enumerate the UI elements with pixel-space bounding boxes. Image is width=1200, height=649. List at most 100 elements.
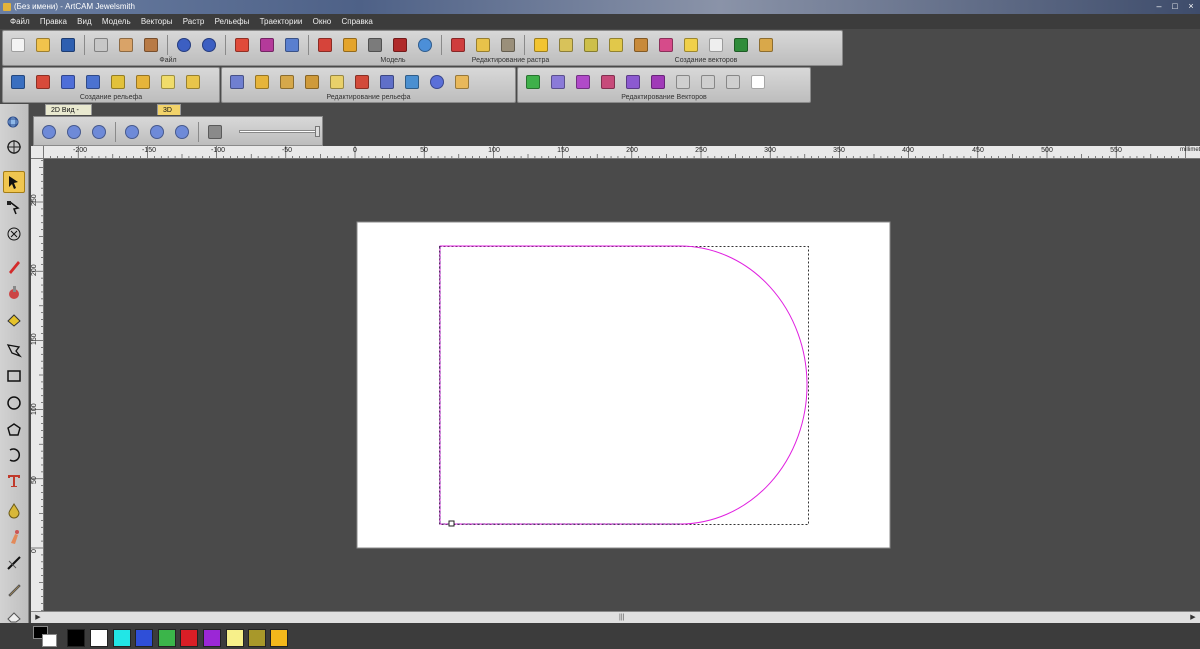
droplet-icon[interactable] (3, 500, 25, 522)
wave-icon[interactable] (301, 71, 323, 93)
menu-window[interactable]: Окно (309, 14, 336, 29)
model-bear-dark-icon[interactable] (389, 34, 411, 56)
zoom-slider[interactable] (239, 126, 320, 137)
plane-icon[interactable] (157, 71, 179, 93)
transform-icon[interactable] (630, 34, 652, 56)
shape-icon[interactable] (326, 71, 348, 93)
close-window-button[interactable]: × (1184, 1, 1198, 12)
open-folder-icon[interactable] (32, 34, 54, 56)
color-swatch[interactable] (203, 629, 221, 647)
settings-icon[interactable] (281, 34, 303, 56)
menu-toolpaths[interactable]: Траектории (256, 14, 307, 29)
weld-icon[interactable] (547, 71, 569, 93)
undo-icon[interactable] (173, 34, 195, 56)
zoom-fit-icon[interactable] (121, 121, 143, 143)
model-bear-yellow-icon[interactable] (339, 34, 361, 56)
brush-icon[interactable] (655, 34, 677, 56)
cut-icon[interactable] (90, 34, 112, 56)
add-icon[interactable] (522, 71, 544, 93)
group-icon[interactable] (647, 71, 669, 93)
arc-icon[interactable] (3, 444, 25, 466)
color-swatch[interactable] (67, 629, 85, 647)
globe-icon[interactable] (414, 34, 436, 56)
crosshair-icon[interactable] (3, 136, 25, 158)
scroll-left-icon[interactable]: ▶ (33, 613, 43, 622)
horizontal-scrollbar[interactable]: ▶ ||| ▶ (31, 611, 1200, 623)
knife-icon[interactable] (451, 71, 473, 93)
select-arrow-icon[interactable] (3, 171, 25, 193)
model-bear-red-icon[interactable] (314, 34, 336, 56)
rectangle-icon[interactable] (3, 365, 25, 387)
spiral-icon[interactable] (107, 71, 129, 93)
circle-icon[interactable] (3, 392, 25, 414)
nodes-icon[interactable] (555, 34, 577, 56)
color-swatch[interactable] (135, 629, 153, 647)
zoom-page-icon[interactable] (146, 121, 168, 143)
color-swatch[interactable] (270, 629, 288, 647)
copy-icon[interactable] (115, 34, 137, 56)
spray-icon[interactable] (3, 526, 25, 548)
menu-model[interactable]: Модель (98, 14, 135, 29)
column-icon[interactable] (376, 71, 398, 93)
hat-icon[interactable] (351, 71, 373, 93)
layers-icon[interactable] (755, 34, 777, 56)
menu-help[interactable]: Справка (337, 14, 376, 29)
sculpt-icon[interactable] (251, 71, 273, 93)
save-icon[interactable] (57, 34, 79, 56)
eraser-icon[interactable] (447, 34, 469, 56)
ring-icon[interactable] (401, 71, 423, 93)
minimize-button[interactable]: – (1152, 1, 1166, 12)
bend-icon[interactable] (697, 71, 719, 93)
texture-icon[interactable] (132, 71, 154, 93)
scroll-grip[interactable]: ||| (619, 614, 624, 621)
start-node-handle[interactable] (448, 520, 455, 527)
knife-tool-icon[interactable] (3, 552, 25, 574)
model-bear-gray-icon[interactable] (364, 34, 386, 56)
pyramid-icon[interactable] (182, 71, 204, 93)
node-edit-icon[interactable] (3, 197, 25, 219)
view-settings-icon[interactable] (204, 121, 226, 143)
model-page[interactable] (356, 221, 891, 549)
pencil-icon[interactable] (3, 579, 25, 601)
menu-reliefs[interactable]: Рельефы (211, 14, 254, 29)
transform-tool-icon[interactable] (3, 223, 25, 245)
color-swatch[interactable] (158, 629, 176, 647)
fill-bucket-icon[interactable] (3, 309, 25, 331)
edit-icon[interactable] (231, 34, 253, 56)
fill-icon[interactable] (680, 34, 702, 56)
color-swatch[interactable] (180, 629, 198, 647)
menu-vectors[interactable]: Векторы (137, 14, 177, 29)
drawing-canvas[interactable] (45, 160, 1200, 611)
scissors-icon[interactable] (497, 34, 519, 56)
pen-icon[interactable] (3, 255, 25, 277)
grid-icon[interactable] (730, 34, 752, 56)
current-colors[interactable] (33, 626, 59, 648)
secondary-color[interactable] (42, 634, 57, 647)
brush-tool-icon[interactable] (3, 282, 25, 304)
menu-edit[interactable]: Правка (36, 14, 71, 29)
menu-file[interactable]: Файл (6, 14, 34, 29)
zoom-window-icon[interactable] (3, 112, 25, 134)
raster-fill-icon[interactable] (472, 34, 494, 56)
zoom-slider-thumb[interactable] (315, 126, 320, 137)
text-ng-icon[interactable] (705, 34, 727, 56)
color-swatch[interactable] (248, 629, 266, 647)
color-swatch[interactable] (113, 629, 131, 647)
align-icon[interactable] (622, 71, 644, 93)
new-file-icon[interactable] (7, 34, 29, 56)
menu-view[interactable]: Вид (73, 14, 95, 29)
cut-shape-icon[interactable] (722, 71, 744, 93)
scroll-right-icon[interactable]: ▶ (1188, 613, 1198, 622)
zoom-previous-icon[interactable] (88, 121, 110, 143)
maximize-button[interactable]: □ (1168, 1, 1182, 12)
zoom-out-icon[interactable] (63, 121, 85, 143)
smooth-icon[interactable] (226, 71, 248, 93)
paste-icon[interactable] (140, 34, 162, 56)
select-frame-icon[interactable] (747, 71, 769, 93)
star-icon[interactable] (530, 34, 552, 56)
zoom-all-icon[interactable] (171, 121, 193, 143)
drawing-area[interactable] (45, 160, 1200, 611)
color-swatch[interactable] (226, 629, 244, 647)
sweep-icon[interactable] (32, 71, 54, 93)
offset-icon[interactable] (580, 34, 602, 56)
